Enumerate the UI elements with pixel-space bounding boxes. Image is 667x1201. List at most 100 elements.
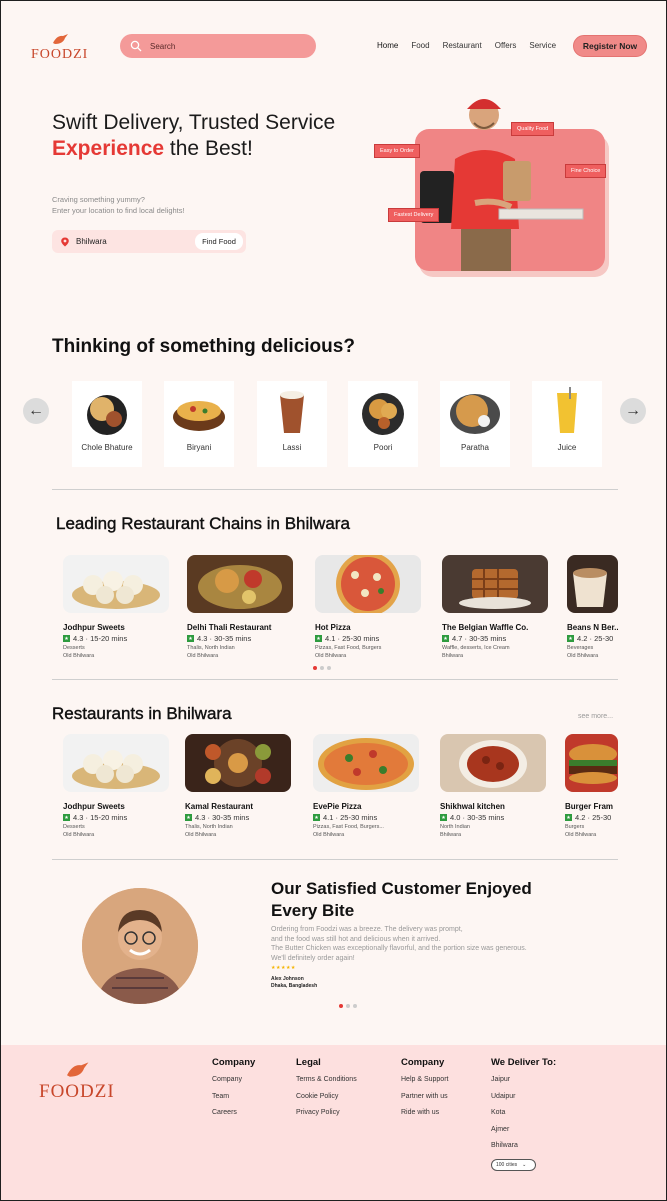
footer-col-support: Company Help & Support Partner with us R…: [401, 1057, 448, 1126]
testimonial-title-line2: Every Bite: [271, 901, 355, 920]
restaurant-card-jodhpur-sweets[interactable]: Jodhpur Sweets ★ 4.3 · 15-20 mins Dessert…: [63, 734, 171, 838]
category-biryani[interactable]: Biryani: [164, 381, 234, 467]
rating-value: 4.3: [73, 813, 84, 822]
location-input[interactable]: Bhilwara Find Food: [52, 230, 246, 253]
nav-service[interactable]: Service: [529, 41, 556, 50]
search-input[interactable]: [150, 41, 300, 51]
restaurant-card-shikhwal-kitchen[interactable]: Shikhwal kitchen ★ 4.0 · 30-35 mins North…: [440, 734, 548, 838]
find-food-button[interactable]: Find Food: [195, 233, 243, 250]
footer-heading: We Deliver To:: [491, 1057, 557, 1068]
restaurant-image: [63, 555, 169, 613]
section-divider: [52, 489, 618, 490]
paratha-image: [450, 394, 500, 434]
chevron-down-icon: ⌄: [522, 1161, 527, 1168]
pagination-dot-active[interactable]: [339, 1004, 343, 1008]
pagination-dot-active[interactable]: [313, 666, 317, 670]
delivery-time: 30-35 mins: [469, 634, 507, 643]
category-label: Paratha: [460, 443, 490, 452]
see-more-link[interactable]: see more...: [578, 713, 613, 720]
nav-restaurant[interactable]: Restaurant: [443, 41, 482, 50]
footer-logo[interactable]: FOODZI: [39, 1061, 115, 1103]
category-paratha[interactable]: Paratha: [440, 381, 510, 467]
categories-next-button[interactable]: →: [620, 398, 646, 424]
footer-link[interactable]: Company: [212, 1076, 255, 1093]
footer-link[interactable]: Bhilwara: [491, 1142, 556, 1159]
tag-fastest-delivery: Fastest Delivery: [388, 208, 440, 222]
restaurant-cuisine: Pizzas, Fast Food, Burgers: [315, 645, 382, 651]
foodzi-logo[interactable]: FOODZI: [31, 33, 88, 63]
footer-link[interactable]: Help & Support: [401, 1076, 448, 1093]
categories-prev-button[interactable]: ←: [23, 398, 49, 424]
footer-link[interactable]: Team: [212, 1093, 255, 1110]
restaurant-cuisine: Pizzas, Fast Food, Burgers...: [313, 824, 384, 830]
restaurants-heading: Restaurants in Bhilwara: [52, 704, 232, 723]
restaurant-card-evepie-pizza[interactable]: EvePie Pizza ★ 4.1 · 25-30 mins Pizzas, F…: [313, 734, 421, 838]
main-nav: Home Food Restaurant Offers Service: [377, 41, 569, 50]
restaurant-location: Bhilwara: [442, 653, 464, 659]
restaurant-name: Jodhpur Sweets: [63, 623, 125, 632]
chain-card-belgian-waffle[interactable]: The Belgian Waffle Co. ★ 4.7 · 30-35 mins…: [442, 555, 550, 659]
nav-food[interactable]: Food: [411, 41, 429, 50]
category-label: Lassi: [282, 443, 302, 452]
testimonial-title-line1: Our Satisfied Customer Enjoyed: [271, 879, 532, 898]
city-select[interactable]: 100 cities ⌄: [491, 1158, 536, 1171]
restaurant-rating: ★ 4.1 · 25-30 mins: [315, 634, 380, 643]
nav-offers[interactable]: Offers: [495, 41, 517, 50]
footer-link[interactable]: Careers: [212, 1109, 255, 1126]
restaurant-name: Kamal Restaurant: [185, 802, 254, 811]
hero-title: Swift Delivery, Trusted Service Experien…: [52, 110, 335, 162]
restaurant-cuisine: North Indian: [440, 824, 470, 830]
tag-quality-food: Quality Food: [511, 122, 555, 136]
delivery-time: 25-30: [592, 813, 612, 822]
footer-link[interactable]: Privacy Policy: [296, 1109, 357, 1126]
pagination-dot[interactable]: [346, 1004, 350, 1008]
hero-title-line1: Swift Delivery, Trusted Service: [52, 111, 336, 134]
footer-link[interactable]: Ride with us: [401, 1109, 448, 1126]
star-icon: ★: [63, 635, 70, 642]
chain-card-beans-n-berries[interactable]: Beans N Ber.. ★ 4.2 · 25-30 Beverages Old…: [567, 555, 618, 659]
footer-link[interactable]: Jaipur: [491, 1076, 556, 1093]
pagination-dot[interactable]: [327, 666, 331, 670]
rating-value: 4.2: [575, 813, 586, 822]
register-button[interactable]: Register Now: [573, 35, 647, 57]
pagination-dot[interactable]: [320, 666, 324, 670]
pagination-dot[interactable]: [353, 1004, 357, 1008]
category-label: Poori: [373, 443, 393, 452]
restaurant-cuisine: Thalis, North Indian: [185, 824, 233, 830]
restaurant-rating: ★ 4.1 · 25-30 mins: [313, 813, 378, 822]
footer-link[interactable]: Ajmer: [491, 1126, 556, 1143]
footer-link[interactable]: Terms & Conditions: [296, 1076, 357, 1093]
chains-heading: Leading Restaurant Chains in Bhilwara: [56, 514, 350, 533]
restaurant-image: [440, 734, 546, 792]
footer-link[interactable]: Partner with us: [401, 1093, 448, 1110]
restaurant-image: [187, 555, 293, 613]
footer-link[interactable]: Kota: [491, 1109, 556, 1126]
restaurant-rating: ★ 4.3 · 30-35 mins: [187, 634, 252, 643]
chain-card-hot-pizza[interactable]: Hot Pizza ★ 4.1 · 25-30 mins Pizzas, Fast…: [315, 555, 423, 659]
category-lassi[interactable]: Lassi: [257, 381, 327, 467]
location-value: Bhilwara: [76, 237, 107, 246]
category-chole-bhature[interactable]: Chole Bhature: [72, 381, 142, 467]
restaurant-location: Old Bhilwara: [185, 832, 217, 838]
footer-link[interactable]: Udaipur: [491, 1093, 556, 1110]
footer-link[interactable]: Cookie Policy: [296, 1093, 357, 1110]
restaurant-rating: ★ 4.3 · 15-20 mins: [63, 634, 128, 643]
delivery-time: 30-35 mins: [214, 634, 252, 643]
tag-fine-choice: Fine Choice: [565, 164, 607, 178]
restaurant-card-kamal[interactable]: Kamal Restaurant ★ 4.3 · 30-35 mins Thali…: [185, 734, 293, 838]
star-icon: ★: [63, 814, 70, 821]
restaurant-location: Old Bhilwara: [187, 653, 219, 659]
delivery-time: 25-30: [594, 634, 614, 643]
hero-image-card: [415, 97, 605, 271]
bird-icon: [66, 1062, 89, 1077]
arrow-right-icon: →: [625, 402, 641, 419]
category-poori[interactable]: Poori: [348, 381, 418, 467]
restaurant-rating: ★ 4.0 · 30-35 mins: [440, 813, 505, 822]
chain-card-jodhpur-sweets[interactable]: Jodhpur Sweets ★ 4.3 · 15-20 mins Dessert…: [63, 555, 171, 659]
search-bar[interactable]: [120, 34, 316, 58]
chain-card-delhi-thali[interactable]: Delhi Thali Restaurant ★ 4.3 · 30-35 mins…: [187, 555, 295, 659]
rating-value: 4.1: [323, 813, 334, 822]
nav-home[interactable]: Home: [377, 41, 398, 50]
category-juice[interactable]: Juice: [532, 381, 602, 467]
restaurant-card-burger-fram[interactable]: Burger Fram ★ 4.2 · 25-30 Burgers Old Bhi…: [565, 734, 618, 838]
